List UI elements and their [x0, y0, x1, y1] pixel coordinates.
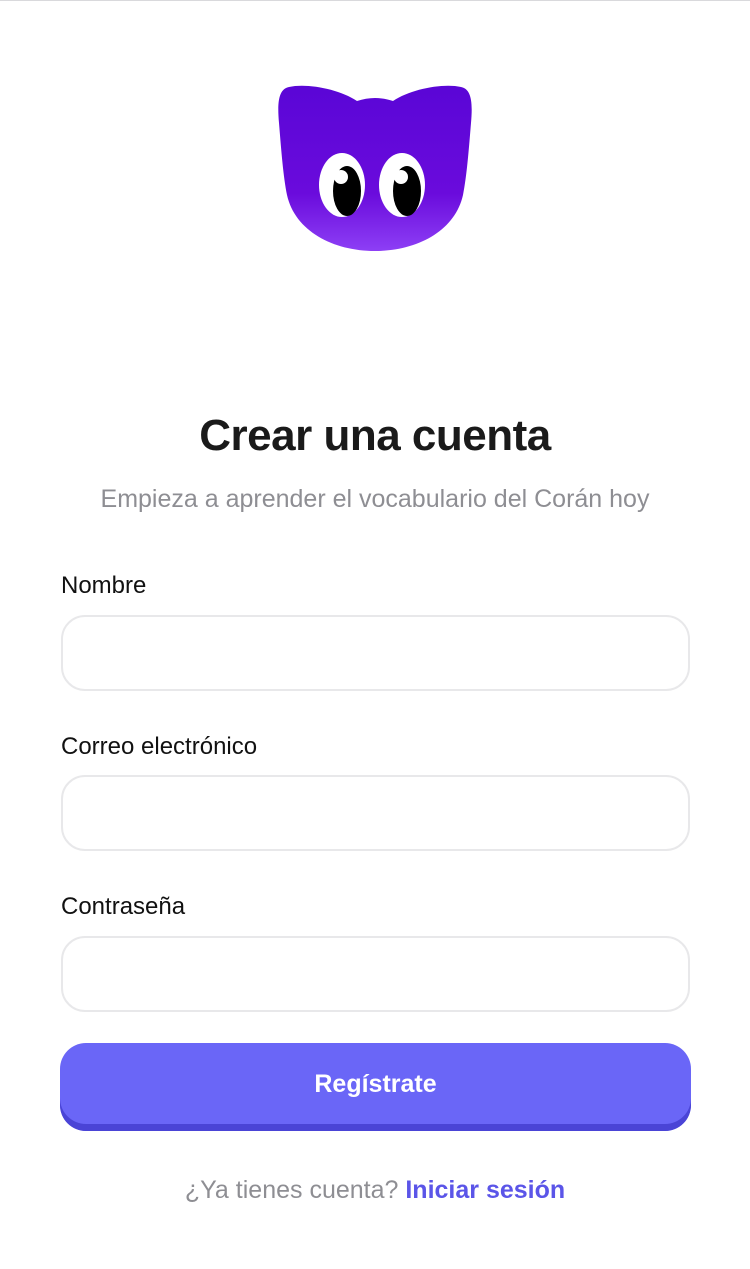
- name-input[interactable]: [61, 615, 690, 691]
- login-prompt-text: ¿Ya tienes cuenta?: [184, 1176, 399, 1204]
- login-prompt-row: ¿Ya tienes cuenta? Iniciar sesión: [0, 1173, 750, 1207]
- page-subtitle: Empieza a aprender el vocabulario del Co…: [100, 485, 650, 513]
- page-title: Crear una cuenta: [199, 411, 551, 460]
- cat-mascot-logo-icon: [278, 85, 472, 252]
- email-input[interactable]: [61, 775, 690, 851]
- register-button[interactable]: Regístrate: [60, 1043, 691, 1131]
- login-link[interactable]: Iniciar sesión: [405, 1176, 565, 1204]
- password-input[interactable]: [61, 936, 690, 1012]
- top-divider: [0, 0, 750, 1]
- name-label: Nombre: [61, 572, 147, 599]
- password-label: Contraseña: [61, 893, 186, 920]
- email-label: Correo electrónico: [61, 733, 258, 760]
